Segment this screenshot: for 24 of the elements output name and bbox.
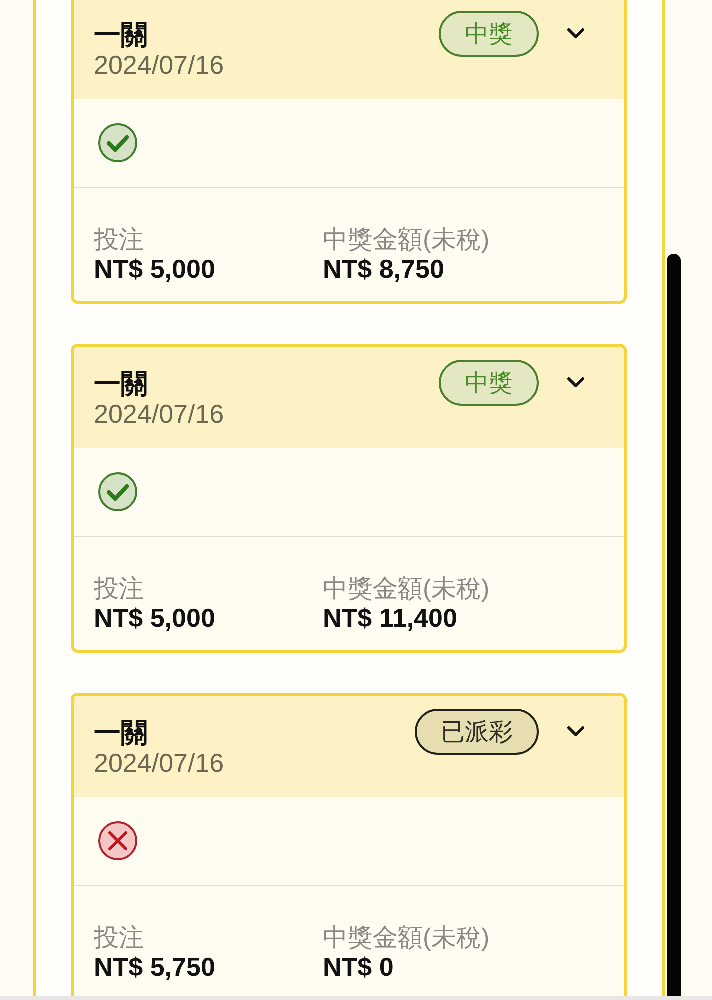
bet-title: 一關 — [94, 718, 149, 748]
payout-label: 中獎金額(未稅) — [323, 924, 491, 952]
stake-label: 投注 — [94, 575, 145, 603]
stake-amount: NT$ 5,000 — [94, 254, 216, 284]
status-badge: 中獎 — [439, 10, 539, 56]
chevron-down-icon — [567, 377, 585, 388]
payout-amount: NT$ 11,400 — [323, 603, 458, 633]
stake-amount: NT$ 5,000 — [94, 603, 216, 633]
payout-amount: NT$ 0 — [323, 952, 395, 982]
payout-amount: NT$ 8,750 — [323, 254, 446, 284]
status-badge: 已派彩 — [415, 708, 539, 754]
chevron-down-icon — [567, 726, 585, 737]
chevron-down-icon — [567, 28, 585, 39]
payout-label: 中獎金額(未稅) — [323, 575, 491, 603]
bet-date: 2024/07/16 — [94, 748, 226, 778]
bet-title: 一關 — [94, 20, 149, 50]
bet-date: 2024/07/16 — [94, 398, 226, 428]
bet-title: 一關 — [94, 368, 149, 398]
status-badge: 中獎 — [439, 360, 539, 406]
stake-label: 投注 — [94, 924, 145, 952]
payout-label: 中獎金額(未稅) — [323, 226, 491, 254]
stake-label: 投注 — [94, 226, 145, 254]
bet-date: 2024/07/16 — [94, 50, 226, 80]
stake-amount: NT$ 5,750 — [94, 952, 216, 982]
